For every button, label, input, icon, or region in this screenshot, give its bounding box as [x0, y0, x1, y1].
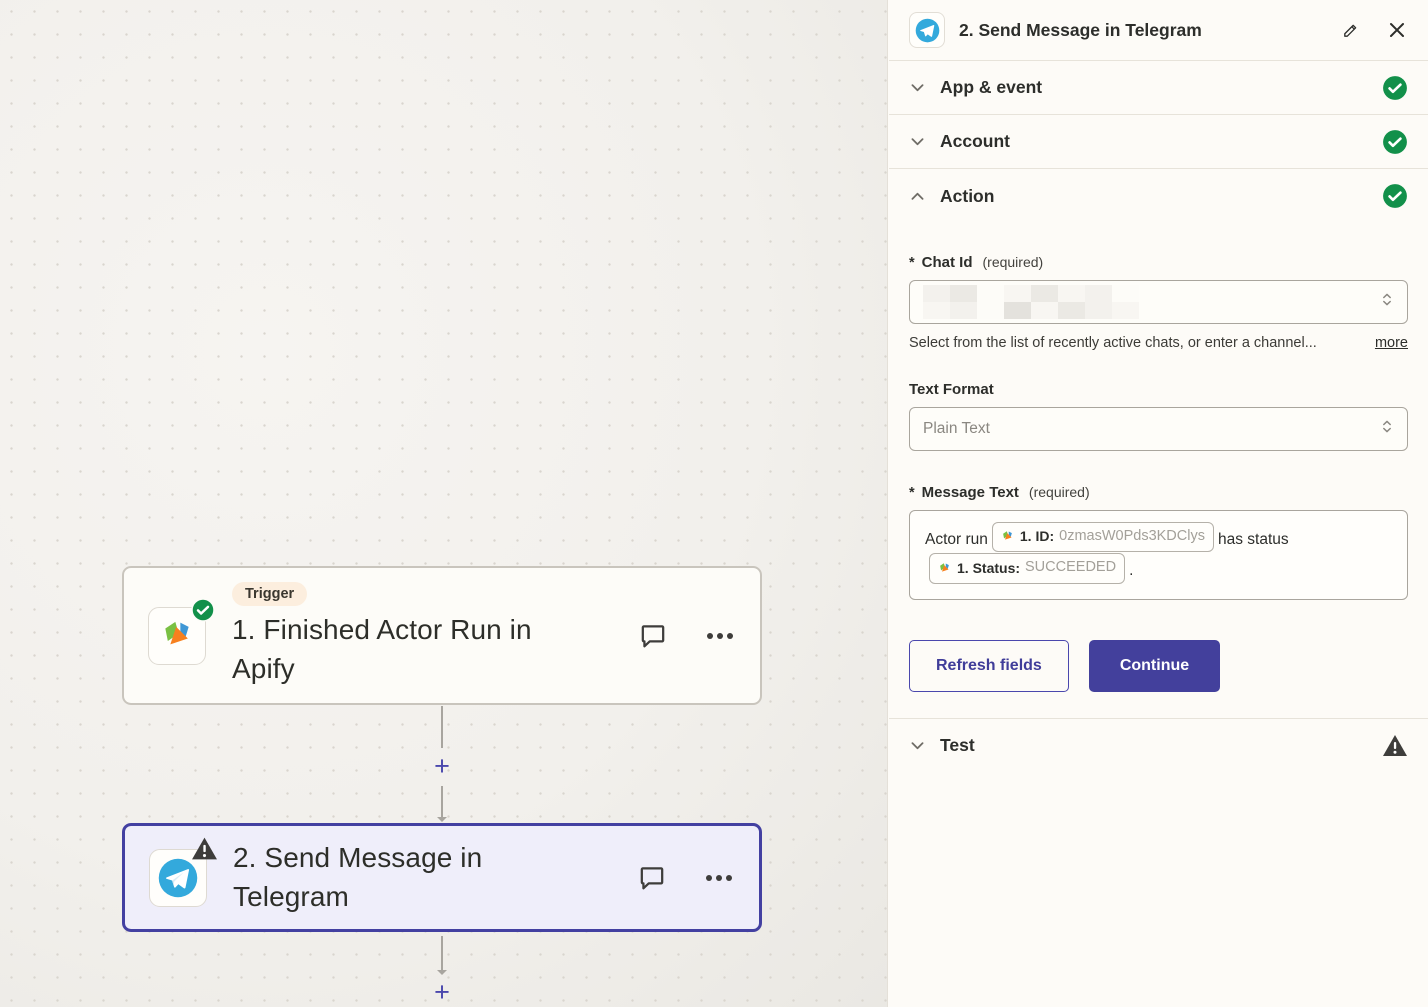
section-account[interactable]: Account — [889, 115, 1428, 169]
section-app-event[interactable]: App & event — [889, 61, 1428, 115]
section-label: App & event — [940, 77, 1382, 98]
chat-id-helper-text: Select from the list of recently active … — [909, 335, 1361, 351]
add-note-button[interactable] — [635, 861, 669, 895]
apify-icon — [1000, 529, 1015, 544]
action-form: * Chat Id (required) Select from the lis… — [889, 223, 1428, 692]
trigger-badge: Trigger — [232, 582, 307, 606]
select-stepper-icon — [1379, 291, 1395, 308]
pencil-icon — [1341, 21, 1360, 40]
step-title: 1. Finished Actor Run in Apify — [232, 611, 587, 688]
add-step-button[interactable]: + — [429, 979, 455, 1005]
step-menu-button[interactable] — [704, 630, 736, 642]
token-value: 0zmasW0Pds3KDClys — [1059, 524, 1205, 549]
comment-bubble-icon — [637, 863, 667, 893]
token-value: SUCCEEDED — [1025, 555, 1116, 580]
telegram-app-tile — [149, 849, 207, 907]
text-format-value: Plain Text — [923, 420, 990, 438]
chevron-up-icon — [909, 188, 926, 205]
close-panel-button[interactable] — [1386, 19, 1408, 41]
chevron-down-icon — [909, 737, 926, 754]
connector-line — [441, 706, 443, 748]
connector-arrow — [441, 936, 443, 971]
comment-bubble-icon — [638, 621, 668, 651]
ellipsis-icon — [706, 632, 734, 640]
continue-button[interactable]: Continue — [1089, 640, 1220, 692]
section-test[interactable]: Test — [889, 718, 1428, 772]
mapped-field-token-status[interactable]: 1. Status:SUCCEEDED — [929, 553, 1125, 583]
chat-id-label: Chat Id — [922, 254, 973, 271]
rename-step-button[interactable] — [1339, 19, 1362, 42]
step-config-panel: 2. Send Message in Telegram — [889, 0, 1428, 1007]
section-complete-icon — [1382, 183, 1408, 209]
section-complete-icon — [1382, 129, 1408, 155]
message-text-segment: has status — [1218, 531, 1289, 548]
section-action[interactable]: Action — [889, 169, 1428, 223]
step-warning-badge-icon — [191, 836, 218, 861]
more-link[interactable]: more — [1375, 335, 1408, 351]
chevron-down-icon — [909, 79, 926, 96]
step-title: 2. Send Message in Telegram — [233, 839, 588, 916]
connector-arrow — [441, 786, 443, 818]
zap-editor: Trigger 1. Finished Actor Run in Apify + — [0, 0, 1428, 1007]
mapped-field-token-id[interactable]: 1. ID:0zmasW0Pds3KDClys — [992, 522, 1214, 552]
panel-header: 2. Send Message in Telegram — [889, 0, 1428, 61]
text-format-select[interactable]: Plain Text — [909, 407, 1408, 451]
step-success-badge-icon — [191, 598, 215, 622]
token-label: 1. Status: — [957, 556, 1020, 581]
redacted-chat-id-value — [923, 285, 1139, 319]
required-note: (required) — [983, 254, 1044, 270]
add-note-button[interactable] — [636, 619, 670, 653]
refresh-fields-button[interactable]: Refresh fields — [909, 640, 1069, 692]
section-label: Action — [940, 186, 1382, 207]
message-text-segment: Actor run — [925, 531, 988, 548]
select-stepper-icon — [1379, 418, 1395, 435]
apify-icon — [937, 561, 952, 576]
section-label: Account — [940, 131, 1382, 152]
telegram-app-tile — [909, 12, 945, 48]
close-icon — [1388, 21, 1406, 39]
message-text-editor[interactable]: Actor run1. ID:0zmasW0Pds3KDClyshas stat… — [909, 510, 1408, 600]
add-step-button[interactable]: + — [429, 753, 455, 779]
required-note: (required) — [1029, 484, 1090, 500]
chevron-down-icon — [909, 133, 926, 150]
panel-title: 2. Send Message in Telegram — [959, 20, 1339, 41]
apify-icon — [157, 616, 197, 656]
step-card-trigger[interactable]: Trigger 1. Finished Actor Run in Apify — [122, 566, 762, 705]
required-asterisk: * — [909, 255, 915, 271]
required-asterisk: * — [909, 485, 915, 501]
ellipsis-icon — [705, 874, 733, 882]
step-menu-button[interactable] — [703, 872, 735, 884]
section-warning-icon — [1382, 733, 1408, 758]
chat-id-select[interactable] — [909, 280, 1408, 324]
message-text-segment: . — [1129, 563, 1133, 580]
telegram-icon — [914, 17, 941, 44]
section-label: Test — [940, 735, 1382, 756]
text-format-label: Text Format — [909, 381, 1408, 398]
section-complete-icon — [1382, 75, 1408, 101]
message-text-label: Message Text — [922, 484, 1019, 501]
step-card-action[interactable]: 2. Send Message in Telegram — [122, 823, 762, 932]
telegram-icon — [156, 856, 200, 900]
token-label: 1. ID: — [1020, 524, 1054, 549]
workflow-canvas[interactable]: Trigger 1. Finished Actor Run in Apify + — [0, 0, 888, 1007]
apify-app-tile — [148, 607, 206, 665]
